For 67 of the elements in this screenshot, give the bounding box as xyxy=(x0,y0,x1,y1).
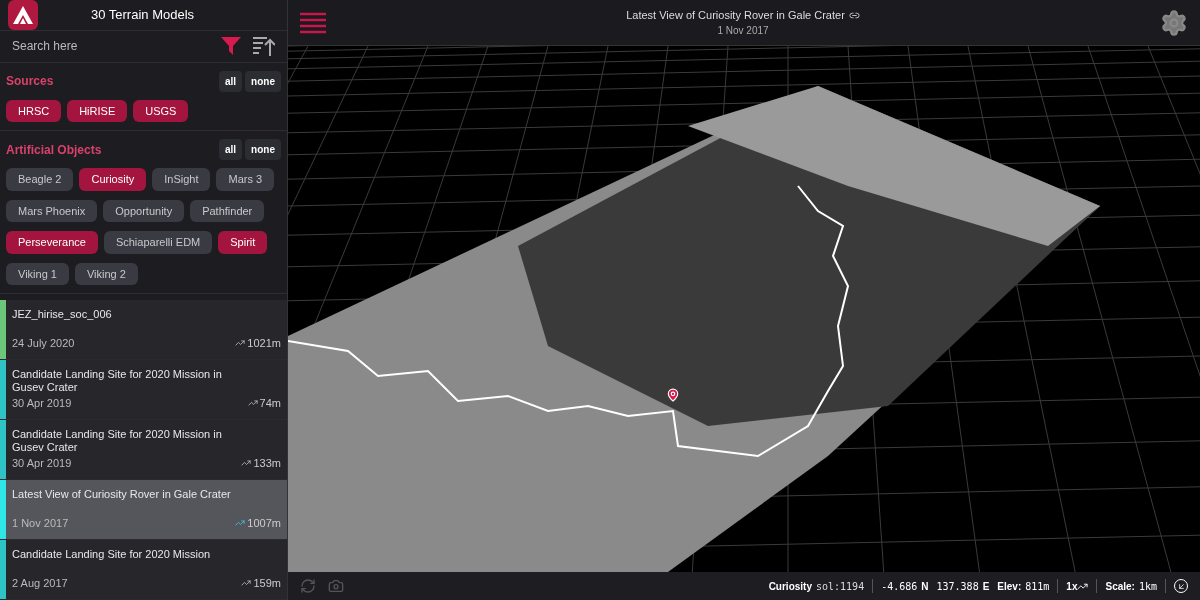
model-date: 30 Apr 2019 xyxy=(12,395,72,411)
longitude-direction: E xyxy=(982,579,990,594)
view-date: 1 Nov 2017 xyxy=(717,24,769,39)
models-count: 30 Terrain Models xyxy=(89,6,196,25)
view-title: Latest View of Curiosity Rover in Gale Crater xyxy=(626,7,845,23)
toggle-all-button[interactable]: all xyxy=(219,70,243,92)
model-title: Candidate Landing Site for 2020 Mission xyxy=(12,548,212,561)
search-field[interactable]: Search here xyxy=(12,37,209,56)
model-elevation: 1021m xyxy=(247,335,281,351)
filter-chip[interactable]: Mars Phoenix xyxy=(6,199,98,222)
section-title: Artificial Objects xyxy=(6,141,103,159)
filter-chip[interactable]: USGS xyxy=(133,99,189,122)
model-date: 24 July 2020 xyxy=(12,335,75,351)
scale-label: Scale: xyxy=(1105,579,1135,594)
settings-icon[interactable] xyxy=(1160,8,1188,37)
sol-value: sol:1194 xyxy=(816,579,865,594)
model-elevation: 1007m xyxy=(247,515,281,531)
filter-chip[interactable]: Beagle 2 xyxy=(6,168,74,191)
model-item[interactable]: JEZ_hirise_soc_006 24 July 2020 1021m xyxy=(0,300,287,360)
filter-chip[interactable]: Schiaparelli EDM xyxy=(103,231,213,254)
filter-chip[interactable]: Curiosity xyxy=(79,168,147,191)
filter-chip[interactable]: HiRISE xyxy=(67,99,128,122)
exaggeration-value[interactable]: 1x xyxy=(1066,578,1078,594)
model-title: JEZ_hirise_soc_006 xyxy=(12,308,113,321)
filter-chip[interactable]: Opportunity xyxy=(103,199,185,222)
section-title: Sources xyxy=(6,73,55,90)
rover-name: Curiosity xyxy=(768,579,812,594)
location-pin-icon xyxy=(666,388,680,402)
menu-icon[interactable] xyxy=(300,11,326,34)
toggle-all-button[interactable]: none xyxy=(245,139,281,160)
elevation-icon xyxy=(241,457,252,468)
model-item[interactable]: Candidate Landing Site for 2020 Mission in Gusev Crater 30 Apr 2019 133m xyxy=(0,420,287,480)
filter-chip[interactable]: Viking 1 xyxy=(6,262,69,285)
model-date: 2 Aug 2017 xyxy=(12,575,68,591)
filter-chip[interactable]: InSight xyxy=(152,168,211,191)
model-title: Candidate Landing Site for 2020 Mission in Gusev Crater xyxy=(12,428,223,454)
scale-value: 1km xyxy=(1138,579,1157,594)
sort-icon[interactable] xyxy=(253,36,275,57)
model-date: 1 Nov 2017 xyxy=(12,515,69,531)
elevation-value: 811m xyxy=(1025,579,1050,594)
elevation-icon xyxy=(235,337,246,348)
latitude-direction: N xyxy=(921,579,929,594)
model-date: 30 Apr 2019 xyxy=(12,455,72,471)
latitude-value: -4.686 xyxy=(881,579,918,594)
filter-chip[interactable]: Mars 3 xyxy=(216,168,275,191)
model-item[interactable]: Latest View of Curiosity Rover in Gale Crater 1 Nov 2017 1007m xyxy=(0,480,287,540)
toggle-all-button[interactable]: none xyxy=(245,70,281,92)
toggle-all-button[interactable]: all xyxy=(219,139,243,160)
filter-chip[interactable]: Perseverance xyxy=(6,231,98,254)
filter-chip[interactable]: HRSC xyxy=(6,99,62,122)
elevation-icon xyxy=(235,517,246,528)
model-elevation: 159m xyxy=(253,575,281,591)
filter-chip[interactable]: Viking 2 xyxy=(74,262,138,285)
logo-icon[interactable] xyxy=(8,0,38,31)
elevation-icon xyxy=(247,397,258,408)
model-title: Candidate Landing Site for 2020 Mission in Gusev Crater xyxy=(12,368,223,394)
model-item[interactable]: Candidate Landing Site for 2020 Mission in Gusev Crater 30 Apr 2019 74m xyxy=(0,360,287,420)
filter-chip[interactable]: Pathfinder xyxy=(190,199,265,222)
filter-icon[interactable] xyxy=(221,37,241,56)
filter-chip[interactable]: Spirit xyxy=(218,231,268,254)
model-title: Latest View of Curiosity Rover in Gale Crater xyxy=(12,488,232,501)
model-item[interactable]: Candidate Landing Site for 2020 Mission 2 Aug 2017 159m xyxy=(0,540,287,600)
elevation-icon xyxy=(241,577,252,588)
longitude-value: 137.388 xyxy=(936,579,979,594)
elevation-label: Elev: xyxy=(997,579,1022,594)
model-elevation: 74m xyxy=(259,395,281,411)
model-elevation: 133m xyxy=(253,455,281,471)
